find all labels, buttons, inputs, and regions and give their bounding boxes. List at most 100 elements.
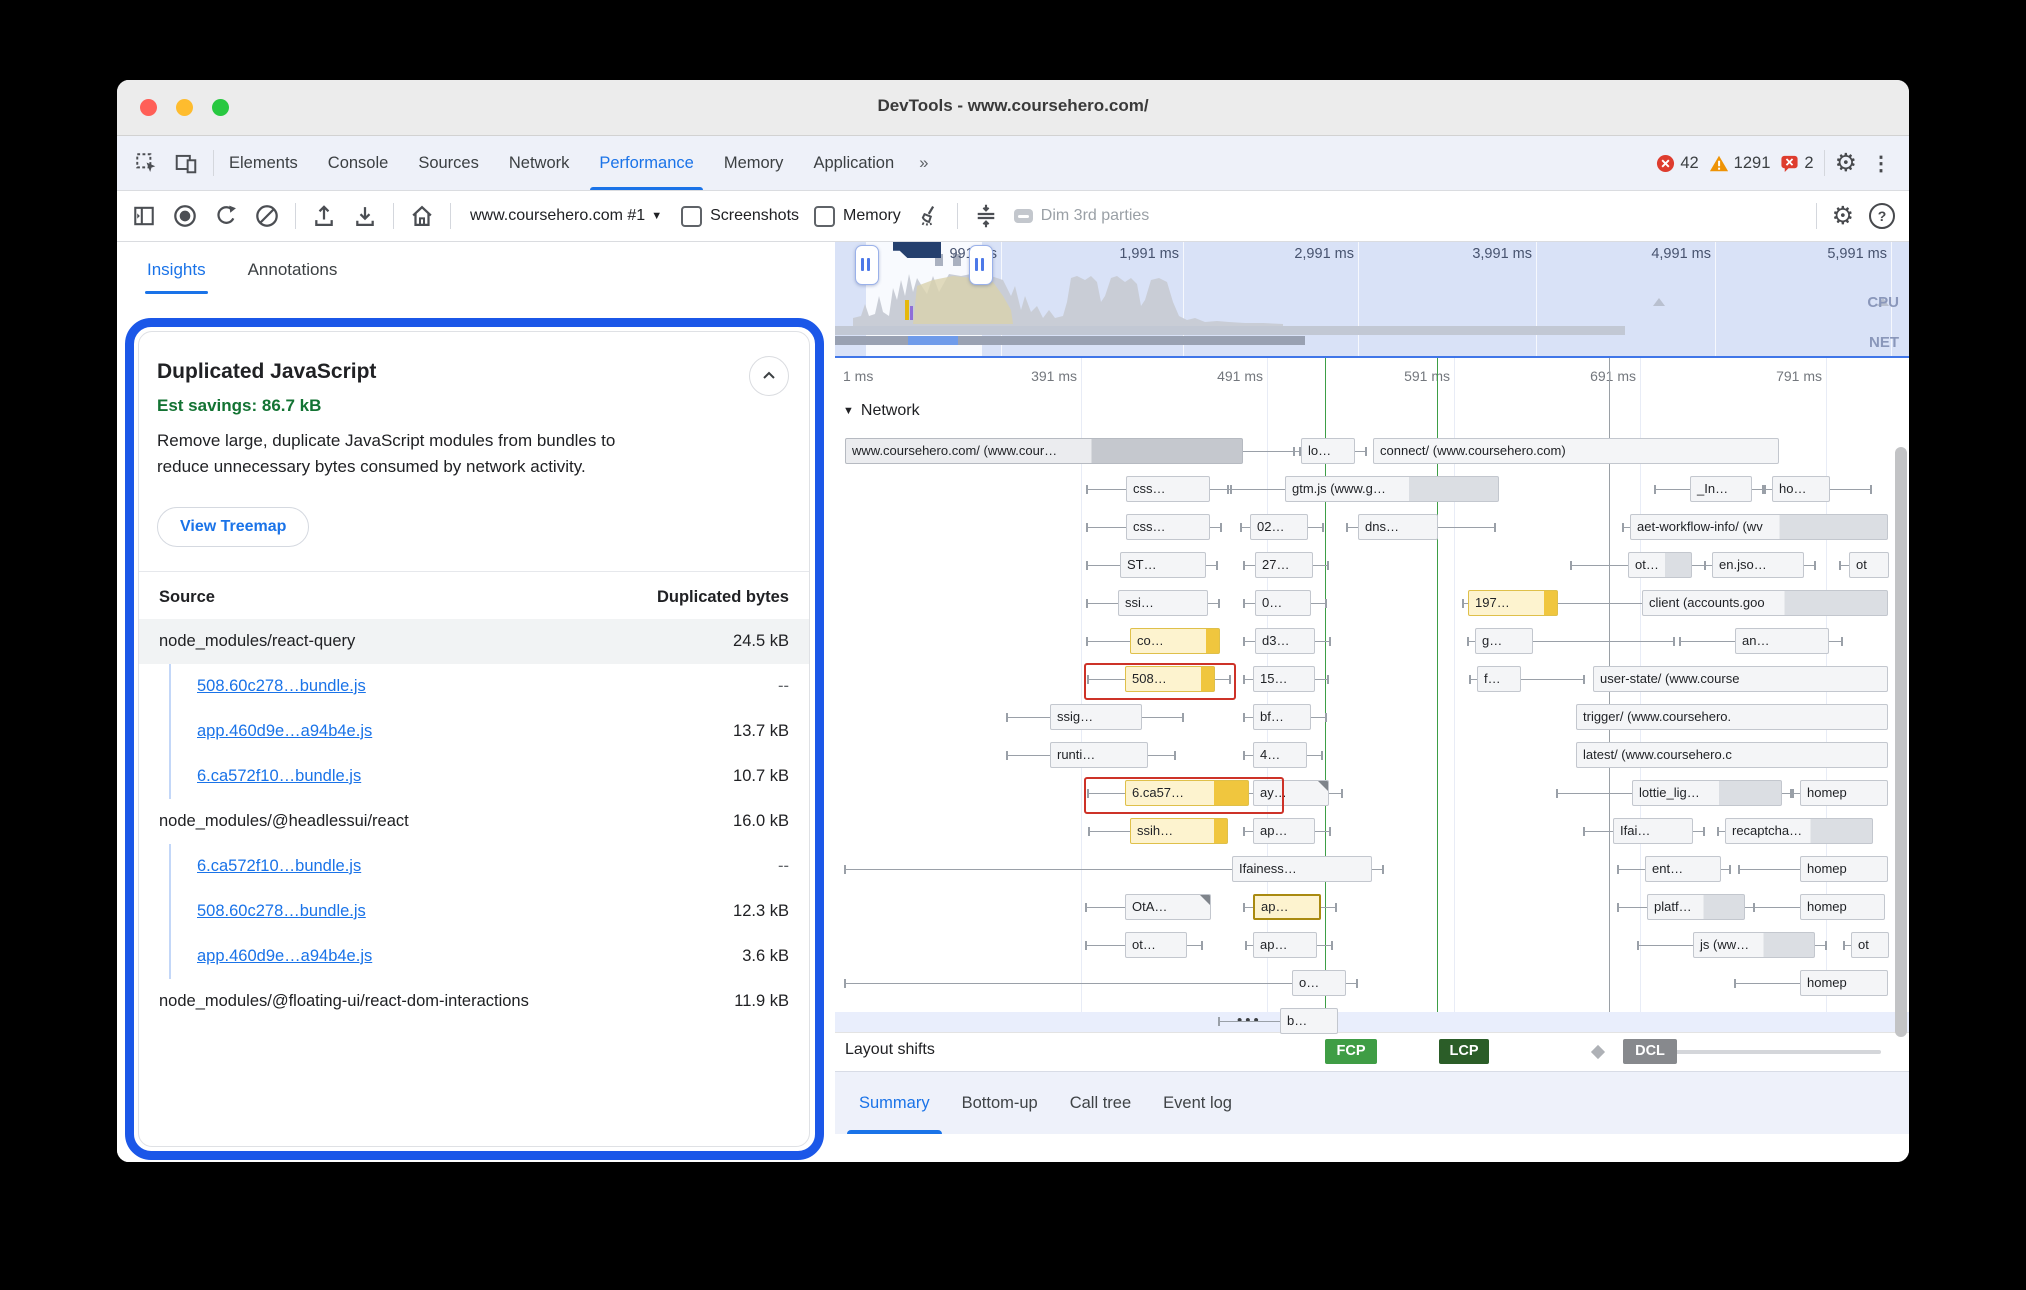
row-label[interactable]: 6.ca572f10…bundle.js <box>197 857 361 876</box>
network-request-bar[interactable]: runti… <box>1050 742 1148 768</box>
network-request-bar[interactable]: d3… <box>1255 628 1315 654</box>
network-request-bar[interactable]: homep <box>1800 970 1888 996</box>
tab-sources[interactable]: Sources <box>403 136 494 190</box>
network-request-bar[interactable]: recaptcha… <box>1725 818 1873 844</box>
duplicated-javascript-insight-card[interactable]: Duplicated JavaScript Est savings: 86.7 … <box>138 331 810 1147</box>
network-request-bar[interactable]: aet-workflow-info/ (wv <box>1630 514 1888 540</box>
network-request-bar[interactable]: Ifainess… <box>1232 856 1372 882</box>
network-request-bar[interactable]: www.coursehero.com/ (www.cour… <box>845 438 1243 464</box>
live-metrics-home-icon[interactable] <box>409 203 435 229</box>
row-label[interactable]: app.460d9e…a94b4e.js <box>197 722 372 741</box>
row-label[interactable]: app.460d9e…a94b4e.js <box>197 947 372 966</box>
collect-garbage-icon[interactable] <box>916 203 942 229</box>
row-label[interactable]: 6.ca572f10…bundle.js <box>197 767 361 786</box>
network-request-bar[interactable]: platf… <box>1647 894 1745 920</box>
inspect-element-icon[interactable] <box>133 150 159 176</box>
table-row-script-link[interactable]: 508.60c278…bundle.js-- <box>169 664 791 709</box>
network-request-bar[interactable]: js (ww… <box>1693 932 1815 958</box>
help-icon[interactable]: ? <box>1869 203 1895 229</box>
network-request-bar[interactable]: ssih… <box>1130 818 1228 844</box>
network-request-bar[interactable]: 15… <box>1253 666 1315 692</box>
console-errors-badge[interactable]: 42 <box>1656 154 1698 173</box>
screenshots-checkbox[interactable]: Screenshots <box>681 206 799 227</box>
network-request-bar[interactable]: ot <box>1849 552 1889 578</box>
lcp-marker-badge[interactable]: LCP <box>1439 1039 1489 1064</box>
kebab-menu-icon[interactable]: ⋮ <box>1867 151 1895 176</box>
view-treemap-button[interactable]: View Treemap <box>157 507 309 547</box>
isolate-track-icon[interactable] <box>973 203 999 229</box>
network-request-bar[interactable]: homep <box>1800 856 1888 882</box>
network-request-bar[interactable]: co… <box>1130 628 1220 654</box>
row-label[interactable]: 508.60c278…bundle.js <box>197 677 366 696</box>
network-request-bar[interactable]: Ifai… <box>1613 818 1693 844</box>
tab-console[interactable]: Console <box>313 136 404 190</box>
overview-left-handle-icon[interactable] <box>855 245 879 285</box>
load-profile-icon[interactable] <box>311 203 337 229</box>
network-request-bar[interactable]: g… <box>1475 628 1533 654</box>
network-request-bar[interactable]: 197… <box>1468 590 1558 616</box>
network-request-bar[interactable]: dns… <box>1358 514 1438 540</box>
network-request-bar[interactable]: ho… <box>1772 476 1830 502</box>
dcl-marker-badge[interactable]: DCL <box>1623 1039 1677 1064</box>
history-select[interactable]: www.coursehero.com #1▼ <box>466 207 666 225</box>
network-request-bar[interactable]: homep <box>1800 780 1888 806</box>
save-profile-icon[interactable] <box>352 203 378 229</box>
network-request-bar[interactable]: css… <box>1126 514 1210 540</box>
network-request-bar[interactable]: ot <box>1851 932 1889 958</box>
overview-right-handle-icon[interactable] <box>969 245 993 285</box>
tab-insights[interactable]: Insights <box>147 260 206 294</box>
network-request-bar[interactable]: b… <box>1280 1008 1338 1034</box>
network-request-bar[interactable]: ST… <box>1120 552 1206 578</box>
table-row-script-link[interactable]: 6.ca572f10…bundle.js-- <box>169 844 791 889</box>
network-request-bar[interactable]: gtm.js (www.g… <box>1285 476 1499 502</box>
clear-icon[interactable] <box>254 203 280 229</box>
record-and-reload-icon[interactable] <box>213 203 239 229</box>
tab-application[interactable]: Application <box>798 136 909 190</box>
network-request-bar[interactable]: trigger/ (www.coursehero. <box>1576 704 1888 730</box>
network-request-bar[interactable]: connect/ (www.coursehero.com) <box>1373 438 1779 464</box>
tab-performance[interactable]: Performance <box>584 136 708 190</box>
network-request-bar[interactable]: 0… <box>1255 590 1311 616</box>
network-request-bar[interactable]: ap… <box>1253 932 1317 958</box>
issues-badge[interactable]: 2 <box>1780 154 1813 173</box>
network-request-bar[interactable]: latest/ (www.coursehero.c <box>1576 742 1888 768</box>
network-request-bar[interactable]: lottie_lig… <box>1632 780 1782 806</box>
record-icon[interactable] <box>172 203 198 229</box>
network-request-bar[interactable]: bf… <box>1253 704 1311 730</box>
device-toolbar-icon[interactable] <box>173 150 199 176</box>
tab-elements[interactable]: Elements <box>214 136 313 190</box>
more-tabs-icon[interactable]: ›› <box>909 136 936 190</box>
network-request-bar[interactable]: ssig… <box>1050 704 1142 730</box>
tab-annotations[interactable]: Annotations <box>248 260 338 294</box>
network-request-bar[interactable]: OtA… <box>1125 894 1211 920</box>
network-request-bar[interactable]: 27… <box>1255 552 1313 578</box>
toggle-sidebar-icon[interactable] <box>131 203 157 229</box>
network-request-bar[interactable]: o… <box>1292 970 1346 996</box>
tab-network[interactable]: Network <box>494 136 585 190</box>
network-request-bar[interactable]: ssi… <box>1118 590 1208 616</box>
fcp-marker-badge[interactable]: FCP <box>1325 1039 1377 1064</box>
network-request-bar[interactable]: user-state/ (www.course <box>1593 666 1888 692</box>
row-label[interactable]: 508.60c278…bundle.js <box>197 902 366 921</box>
table-row-script-link[interactable]: 6.ca572f10…bundle.js10.7 kB <box>169 754 791 799</box>
dim-3rd-parties-toggle[interactable]: Dim 3rd parties <box>1014 207 1149 225</box>
tab-memory[interactable]: Memory <box>709 136 799 190</box>
capture-settings-gear-icon[interactable]: ⚙ <box>1832 204 1854 229</box>
network-request-bar[interactable]: ot… <box>1125 932 1187 958</box>
network-request-bar[interactable]: an… <box>1735 628 1829 654</box>
network-request-bar[interactable]: ent… <box>1645 856 1721 882</box>
network-request-bar[interactable]: _In… <box>1690 476 1752 502</box>
network-request-bar[interactable]: client (accounts.goo <box>1642 590 1888 616</box>
memory-checkbox[interactable]: Memory <box>814 206 901 227</box>
network-request-bar[interactable]: f… <box>1477 666 1521 692</box>
table-row-script-link[interactable]: app.460d9e…a94b4e.js3.6 kB <box>169 934 791 979</box>
settings-gear-icon[interactable]: ⚙ <box>1835 151 1857 176</box>
network-request-bar[interactable]: 4… <box>1253 742 1307 768</box>
network-request-bar[interactable]: ap… <box>1253 818 1315 844</box>
console-warnings-badge[interactable]: 1291 <box>1709 154 1771 173</box>
table-row-script-link[interactable]: app.460d9e…a94b4e.js13.7 kB <box>169 709 791 754</box>
table-row-script-link[interactable]: 508.60c278…bundle.js12.3 kB <box>169 889 791 934</box>
network-request-bar[interactable]: lo… <box>1301 438 1355 464</box>
network-request-bar[interactable]: css… <box>1126 476 1210 502</box>
network-request-bar[interactable]: en.jso… <box>1712 552 1804 578</box>
